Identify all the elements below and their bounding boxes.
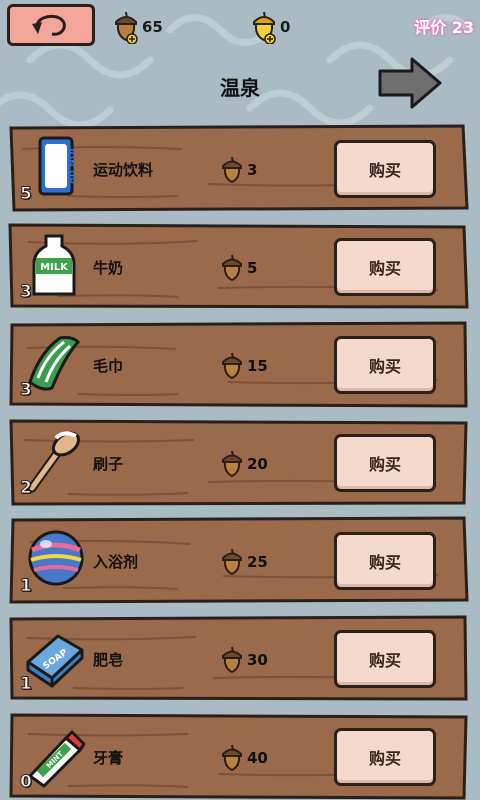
gold-acorn-icon — [253, 11, 276, 44]
item-price-value: 30 — [247, 651, 268, 669]
svg-text:MILK: MILK — [40, 262, 69, 273]
buy-button[interactable]: 购买 — [334, 336, 436, 394]
buy-button[interactable]: 购买 — [334, 140, 436, 198]
item-owned-count: 3 — [20, 380, 33, 401]
item-owned-count: 1 — [20, 674, 33, 695]
item-price: 30 — [221, 646, 268, 674]
shop-row: MILK 3 牛奶 5 购买 — [8, 222, 470, 310]
item-owned-count: 2 — [20, 478, 33, 499]
svg-text:ION UP: ION UP — [65, 148, 75, 184]
item-owned-count: 3 — [20, 282, 33, 303]
undo-arrow-icon — [32, 14, 66, 36]
buy-button[interactable]: 购买 — [334, 434, 436, 492]
item-price-value: 15 — [247, 357, 268, 375]
item-name: 牛奶 — [93, 259, 124, 277]
acorn-icon — [222, 156, 242, 184]
item-price-value: 3 — [247, 161, 258, 179]
item-price-value: 5 — [247, 259, 258, 277]
item-price: 5 — [221, 254, 257, 282]
top-bar: 65 0 评价 23 温泉 — [0, 0, 480, 110]
shop-row: MINT 0 牙膏 40 购买 — [8, 712, 470, 800]
acorn-icon — [115, 11, 138, 44]
shop-row: 2 刷子 20 购买 — [8, 418, 470, 506]
item-name: 入浴剂 — [93, 553, 139, 571]
buy-button[interactable]: 购买 — [334, 630, 436, 688]
shop-row: SOAP 1 肥皂 30 购买 — [8, 614, 470, 702]
item-name: 运动饮料 — [93, 161, 154, 179]
item-owned-count: 5 — [20, 184, 33, 205]
shop-row: 1 入浴剂 25 购买 — [8, 516, 470, 604]
right-arrow-icon — [378, 57, 442, 109]
item-name: 牙膏 — [93, 749, 124, 767]
gold-acorn-counter[interactable]: 0 — [250, 10, 290, 44]
gold-acorn-count: 0 — [280, 18, 291, 36]
brown-acorn-counter[interactable]: 65 — [112, 10, 163, 44]
item-price: 40 — [221, 744, 268, 772]
item-name: 肥皂 — [93, 651, 124, 669]
item-owned-count: 0 — [20, 772, 33, 793]
item-name: 刷子 — [93, 455, 124, 473]
buy-button[interactable]: 购买 — [334, 238, 436, 296]
shop-row: 3 毛巾 15 购买 — [8, 320, 470, 408]
item-price: 3 — [221, 156, 257, 184]
item-price: 25 — [221, 548, 268, 576]
item-owned-count: 1 — [20, 576, 33, 597]
acorn-icon — [222, 548, 242, 576]
item-price-value: 40 — [247, 749, 268, 767]
item-price: 20 — [221, 450, 268, 478]
item-name: 毛巾 — [93, 357, 124, 375]
item-price: 15 — [221, 352, 268, 380]
acorn-icon — [222, 744, 242, 772]
back-button[interactable] — [7, 4, 95, 46]
next-page-button[interactable] — [376, 57, 444, 109]
acorn-icon — [222, 254, 242, 282]
shop-row: ION UP 5 运动饮料 3 购买 — [8, 124, 470, 212]
acorn-icon — [222, 646, 242, 674]
brown-acorn-count: 65 — [142, 18, 163, 36]
buy-button[interactable]: 购买 — [334, 728, 436, 786]
item-price-value: 20 — [247, 455, 268, 473]
item-price-value: 25 — [247, 553, 268, 571]
rating-label: 评价 23 — [414, 18, 474, 37]
buy-button[interactable]: 购买 — [334, 532, 436, 590]
acorn-icon — [222, 450, 242, 478]
acorn-icon — [222, 352, 242, 380]
